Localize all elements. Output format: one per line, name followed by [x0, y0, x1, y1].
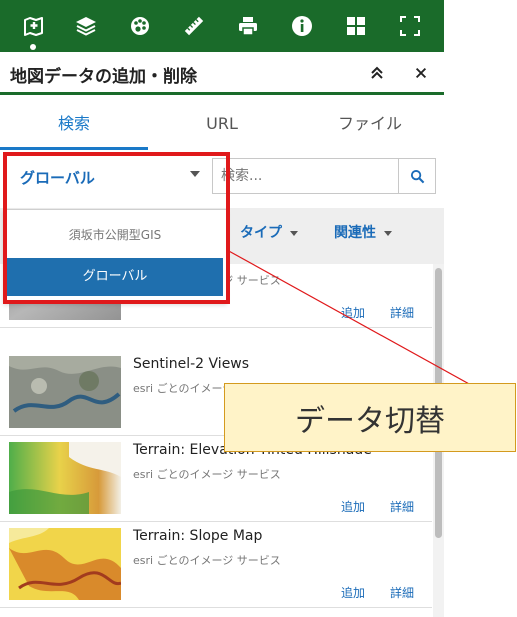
search-icon: [410, 169, 424, 183]
widget-toolbar: [0, 0, 444, 52]
annotation-callout-text: データ切替: [295, 403, 445, 439]
item-title: Terrain: Slope Map: [133, 528, 263, 544]
thumbnail-image: [9, 356, 121, 428]
add-link[interactable]: 追加: [341, 498, 365, 515]
add-data-widget-panel: 地図データの追加・削除 検索 URL ファイル グローバル 検索... タイプ …: [0, 0, 444, 617]
basemap-gallery-icon: [131, 17, 149, 35]
basemap-gallery-tool-button[interactable]: [118, 0, 162, 52]
details-link[interactable]: 詳細: [390, 304, 414, 321]
relevance-filter-label: 関連性: [334, 225, 376, 241]
grid-icon: [347, 17, 365, 35]
panel-title: 地図データの追加・削除: [10, 67, 197, 87]
item-description: esri ごとのイメージ サービス: [133, 554, 281, 567]
thumbnail-image: [9, 442, 121, 514]
fullscreen-tool-button[interactable]: [388, 0, 432, 52]
measure-tool-button[interactable]: [172, 0, 216, 52]
search-button[interactable]: [398, 158, 436, 194]
tab-url[interactable]: URL: [148, 98, 296, 150]
details-link[interactable]: 詳細: [390, 498, 414, 515]
relevance-filter[interactable]: 関連性: [334, 222, 392, 242]
annotation-callout: データ切替: [224, 383, 516, 452]
type-filter[interactable]: タイプ: [240, 222, 298, 242]
chevron-up-double-icon[interactable]: [366, 62, 388, 84]
active-tool-indicator: [30, 44, 36, 50]
item-description: esri ごとのイメージ サービス: [133, 468, 281, 481]
info-tool-button[interactable]: [280, 0, 324, 52]
measure-ruler-icon: [184, 16, 204, 36]
close-icon[interactable]: [410, 62, 432, 84]
info-icon: [292, 16, 312, 36]
list-item: Terrain: Slope Map esri ごとのイメージ サービス 追加 …: [0, 522, 432, 608]
caret-down-icon: [384, 230, 392, 236]
caret-down-icon: [290, 230, 298, 236]
item-title: Sentinel-2 Views: [133, 356, 250, 372]
grid-tool-button[interactable]: [334, 0, 378, 52]
add-data-icon: [24, 17, 43, 36]
tab-file[interactable]: ファイル: [296, 98, 444, 150]
print-icon: [239, 17, 257, 36]
tab-search[interactable]: 検索: [0, 98, 148, 150]
annotation-highlight-box: [3, 152, 230, 304]
panel-header: 地図データの追加・削除: [0, 52, 444, 95]
print-tool-button[interactable]: [226, 0, 270, 52]
layers-tool-button[interactable]: [64, 0, 108, 52]
add-link[interactable]: 追加: [341, 304, 365, 321]
search-input[interactable]: [212, 158, 398, 194]
details-link[interactable]: 詳細: [390, 584, 414, 601]
tab-bar: 検索 URL ファイル: [0, 98, 444, 150]
add-link[interactable]: 追加: [341, 584, 365, 601]
fullscreen-icon: [400, 16, 420, 36]
thumbnail-image: [9, 528, 121, 600]
type-filter-label: タイプ: [240, 225, 282, 241]
layers-icon: [76, 17, 96, 36]
